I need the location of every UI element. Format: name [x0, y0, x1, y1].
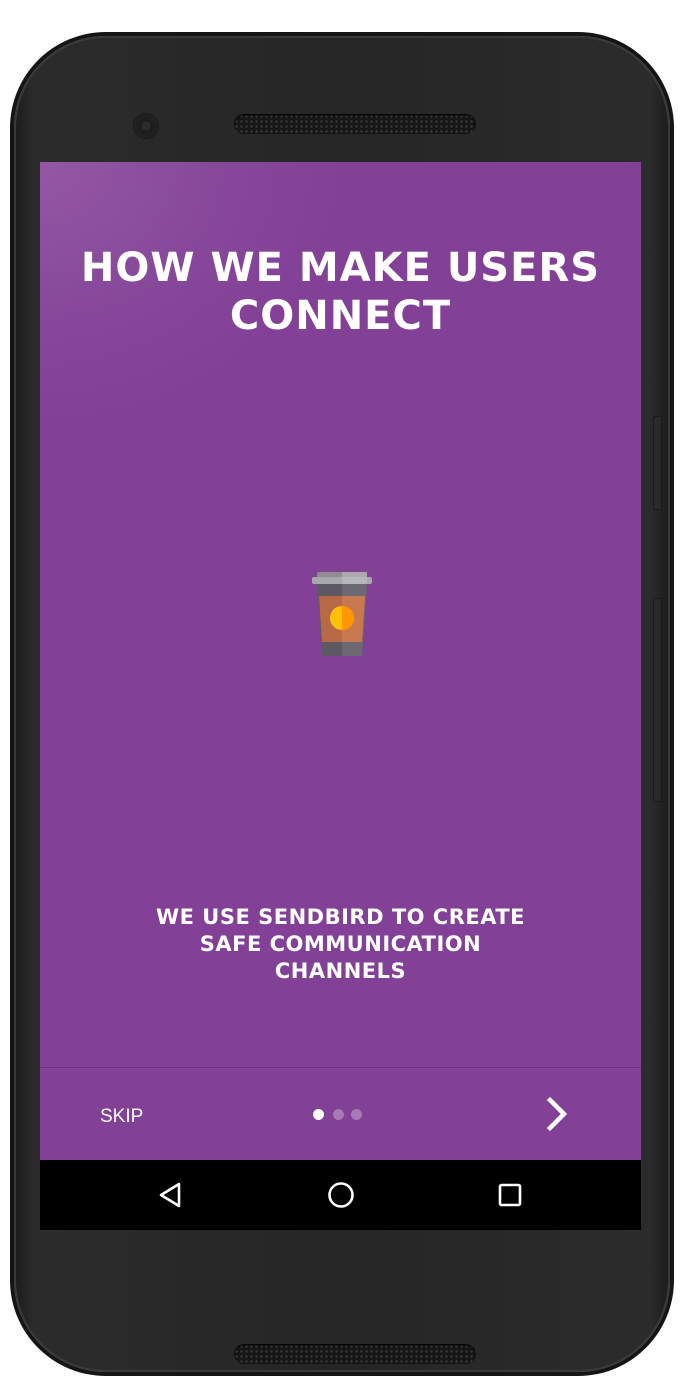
volume-rocker: [653, 598, 662, 802]
page-dot-active: [313, 1109, 324, 1120]
device-screen: HOW WE MAKE USERS CONNECT WE USE SENDBIR…: [40, 162, 641, 1230]
title-line: HOW WE MAKE USERS: [80, 245, 601, 291]
chevron-right-icon: [546, 1096, 568, 1132]
description-line: WE USE SENDBIRD TO CREATE: [155, 905, 526, 929]
coffee-cup-icon: [312, 572, 372, 656]
onboarding-description: WE USE SENDBIRD TO CREATE SAFE COMMUNICA…: [120, 904, 561, 985]
power-button: [653, 416, 662, 510]
skip-button[interactable]: SKIP: [86, 1102, 180, 1132]
onboarding-screen: HOW WE MAKE USERS CONNECT WE USE SENDBIR…: [40, 162, 641, 1160]
triangle-back-icon[interactable]: [150, 1174, 192, 1216]
description-line: CHANNELS: [274, 959, 407, 983]
bottom-speaker-grille: [234, 1344, 476, 1364]
page-indicator: [310, 1107, 370, 1121]
system-navigation-bar: [40, 1160, 641, 1230]
top-speaker-grille: [234, 114, 476, 134]
square-recents-icon[interactable]: [489, 1174, 531, 1216]
front-camera: [134, 114, 158, 138]
title-line: CONNECT: [229, 293, 452, 339]
description-line: SAFE COMMUNICATION: [199, 932, 482, 956]
onboarding-title: HOW WE MAKE USERS CONNECT: [40, 244, 641, 340]
page-dot: [351, 1109, 362, 1120]
footer-divider: [40, 1067, 641, 1068]
page-dot: [333, 1109, 344, 1120]
circle-home-icon[interactable]: [320, 1174, 362, 1216]
next-button[interactable]: [536, 1092, 580, 1136]
